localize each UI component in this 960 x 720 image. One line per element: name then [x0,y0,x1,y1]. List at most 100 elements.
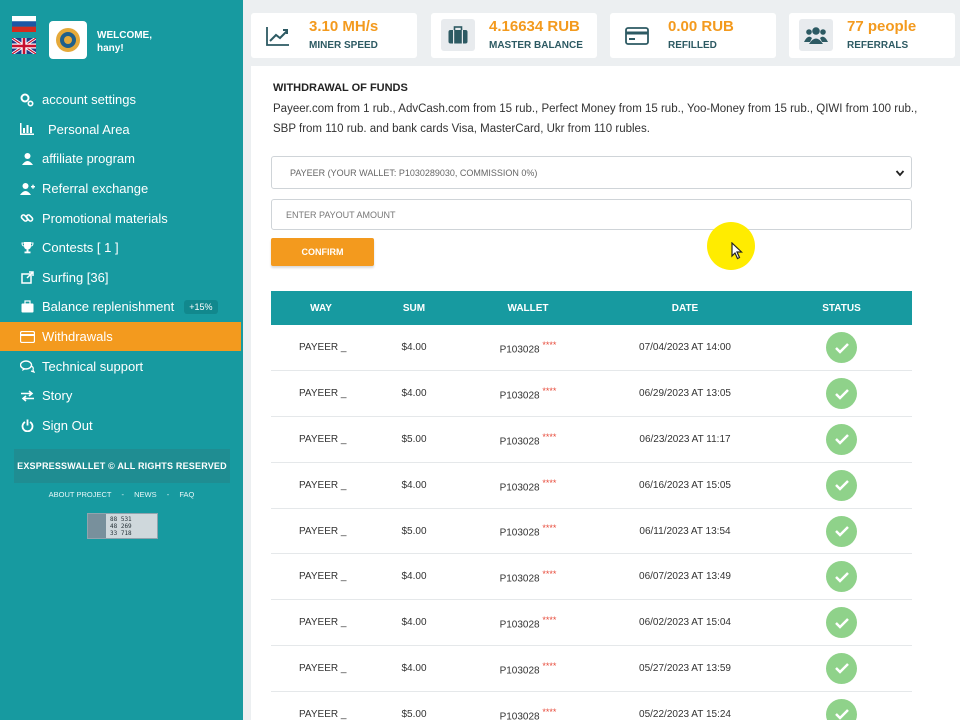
sidebar-item-label: Surfing [36] [42,269,109,285]
cell-sum: $4.00 [401,342,427,354]
counter-logo-icon [88,514,106,538]
cell-sum: $4.00 [401,571,427,583]
sidebar-item-surfing[interactable]: Surfing [36] [0,263,243,293]
sidebar: WELCOME, hany! account settings Personal… [0,0,243,720]
sidebar-item-label: Story [42,388,73,404]
wallet-mask: **** [542,569,557,580]
cell-status [771,554,912,600]
check-circle-icon [826,607,857,639]
cell-sum: $4.00 [401,662,427,674]
check-circle-icon [826,698,857,720]
wallet-mask: **** [542,706,557,717]
mouse-pointer-icon [731,242,743,260]
check-circle-icon [826,332,857,364]
user-name: hany! [97,43,124,54]
payment-method-select[interactable]: PAYEER (YOUR WALLET: P1030289030, COMMIS… [271,156,912,189]
payout-amount-input[interactable]: ENTER PAYOUT AMOUNT [271,199,912,230]
cell-way: PAYEER _ [299,388,347,400]
cell-wallet: P103028 **** [457,371,599,417]
select-value: PAYEER (YOUR WALLET: P1030289030, COMMIS… [290,167,538,178]
sidebar-item-balance-replenishment[interactable]: Balance replenishment +15% [0,292,243,322]
cell-date: 06/02/2023 AT 15:04 [639,617,731,629]
comments-icon [18,359,36,373]
cell-date: 06/11/2023 AT 13:54 [639,525,731,537]
trophy-icon [18,241,36,255]
column-header: DATE [671,302,699,314]
counter-line: 48 269 [110,522,132,530]
uk-flag-icon[interactable] [12,38,36,54]
sidebar-item-withdrawals[interactable]: Withdrawals [0,321,241,352]
wallet-mask: **** [542,660,557,671]
cell-sum: $4.00 [401,388,427,400]
check-circle-icon [826,561,857,593]
footer-link-news[interactable]: NEWS [134,490,157,499]
users-icon [799,19,833,51]
chart-line-icon [265,23,291,49]
emblem-icon [56,28,80,52]
cell-sum: $5.00 [401,708,427,720]
welcome-label: WELCOME, [97,30,152,41]
footer-link-faq[interactable]: FAQ [179,490,194,499]
cell-sum: $5.00 [401,433,427,445]
welcome-text: WELCOME, hany! [97,29,152,55]
cell-wallet: P103028 **** [457,646,599,692]
table-row: PAYEER _ $5.00 P103028 **** 05/22/2023 A… [271,691,912,720]
stat-value: 0.00 RUB [668,18,734,35]
counter-values: 88 531 48 269 33 718 [106,516,132,537]
table-row: PAYEER _ $4.00 P103028 **** 06/07/2023 A… [271,554,912,600]
sidebar-item-affiliate-program[interactable]: affiliate program [0,144,243,174]
cell-date: 05/22/2023 AT 15:24 [639,708,731,720]
table-row: PAYEER _ $5.00 P103028 **** 06/23/2023 A… [271,417,912,463]
sidebar-item-story[interactable]: Story [0,381,243,411]
wallet-mask: **** [542,523,557,534]
table-row: PAYEER _ $4.00 P103028 **** 07/04/2023 A… [271,325,912,371]
confirm-button[interactable]: CONFIRM [271,238,374,266]
stat-card-referrals: 77 people REFERRALS [789,13,955,58]
table-row: PAYEER _ $5.00 P103028 **** 06/11/2023 A… [271,508,912,554]
avatar[interactable] [49,21,87,59]
page-title: WITHDRAWAL OF FUNDS [273,82,408,94]
cell-status [771,508,912,554]
cell-date: 06/16/2023 AT 15:05 [639,479,731,491]
wallet-number: P103028 [499,527,540,539]
stat-label: REFILLED [668,40,717,51]
cell-date: 05/27/2023 AT 13:59 [639,662,731,674]
column-header: WALLET [507,302,549,314]
sidebar-item-promotional-materials[interactable]: Promotional materials [0,203,243,233]
sidebar-menu: account settings Personal Area affiliate… [0,85,243,440]
wallet-number: P103028 [499,481,540,493]
check-circle-icon [826,378,857,410]
wallet-mask: **** [542,615,557,626]
stat-card-miner-speed: 3.10 MH/s MINER SPEED [251,13,417,58]
sidebar-item-personal-area[interactable]: Personal Area [0,115,243,145]
wallet-number: P103028 [499,436,540,448]
sidebar-item-technical-support[interactable]: Technical support [0,351,243,381]
bonus-badge: +15% [184,299,218,314]
sidebar-item-account-settings[interactable]: account settings [0,85,243,115]
sidebar-item-contests[interactable]: Contests [ 1 ] [0,233,243,263]
footer-link-about[interactable]: ABOUT PROJECT [49,490,112,499]
gears-icon [18,93,36,107]
cell-date: 07/04/2023 AT 14:00 [639,342,731,354]
cursor-highlight [707,222,755,270]
cell-status [771,646,912,692]
visit-counter-widget[interactable]: 88 531 48 269 33 718 [87,513,158,539]
sidebar-item-label: affiliate program [42,151,135,167]
sidebar-item-label: Sign Out [42,417,93,433]
check-circle-icon [826,469,857,501]
check-circle-icon [826,652,857,684]
sidebar-item-label: Personal Area [48,121,130,137]
cell-wallet: P103028 **** [457,417,599,463]
cell-wallet: P103028 **** [457,600,599,646]
wallet-mask: **** [542,386,557,397]
wallet-number: P103028 [499,573,540,585]
sidebar-item-referral-exchange[interactable]: Referral exchange [0,174,243,204]
footer-separator: - [166,490,170,499]
sidebar-item-sign-out[interactable]: Sign Out [0,411,243,441]
russian-flag-icon[interactable] [12,16,36,32]
column-header: WAY [310,302,332,314]
stat-label: MINER SPEED [309,40,378,51]
counter-line: 88 531 [110,515,132,523]
wallet-number: P103028 [499,665,540,677]
bar-chart-icon [18,122,36,136]
